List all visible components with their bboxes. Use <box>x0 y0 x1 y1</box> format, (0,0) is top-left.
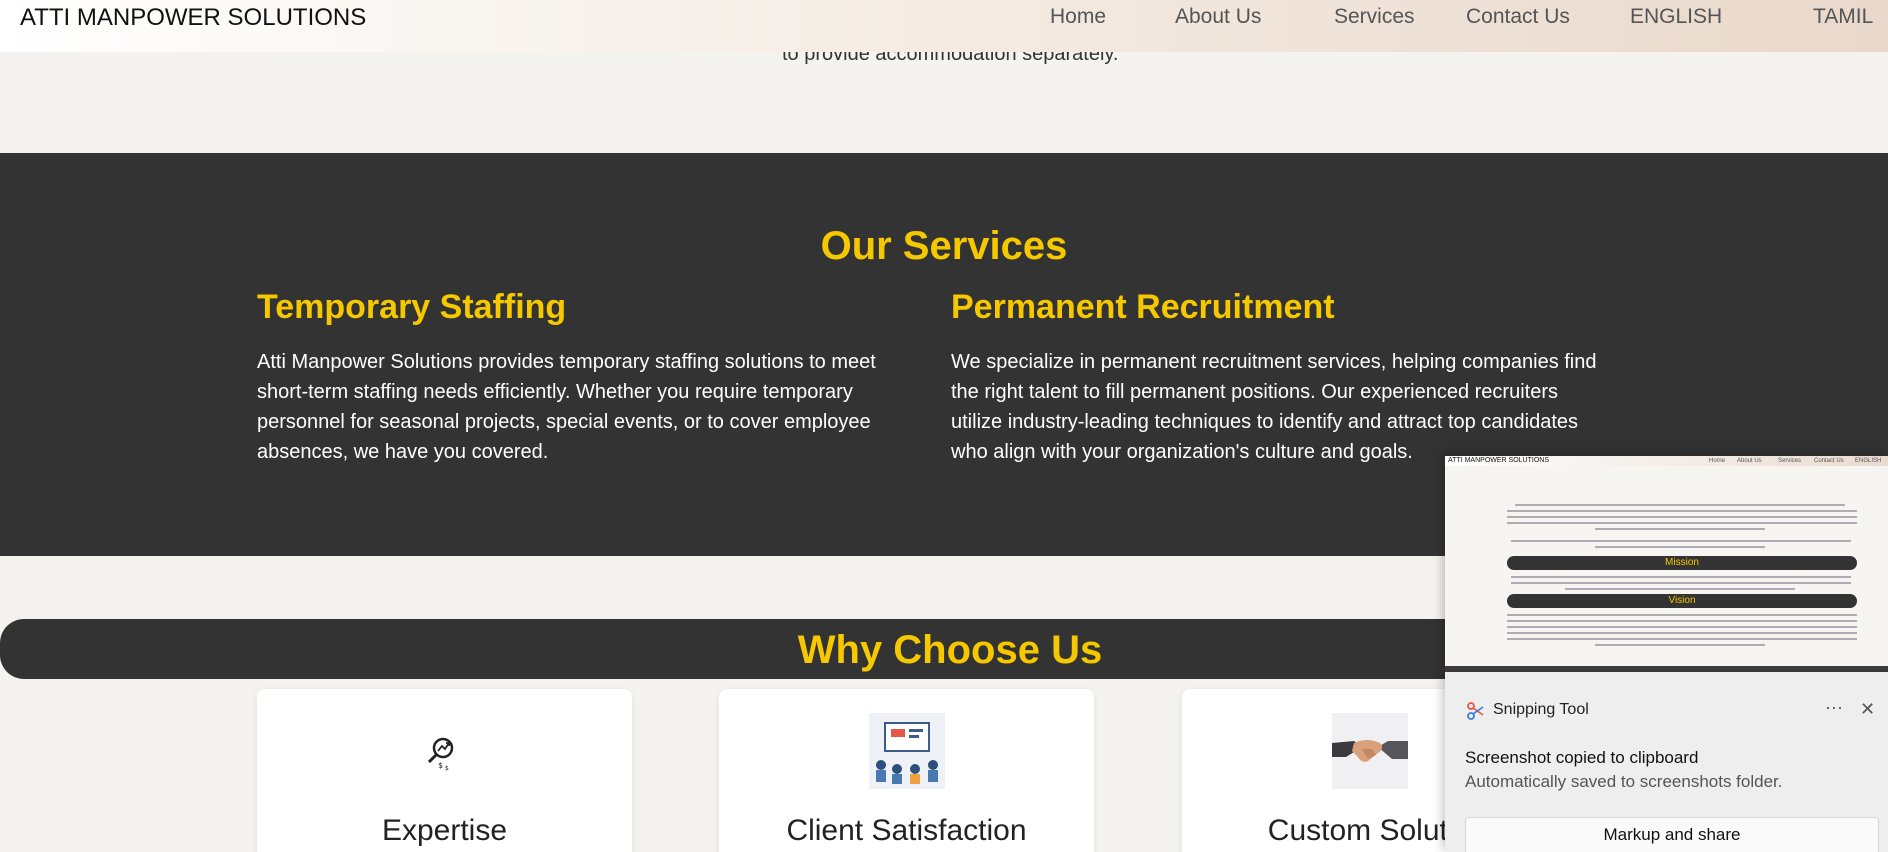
preview-text-line <box>1511 576 1851 578</box>
notification-header: Snipping Tool ··· ✕ <box>1465 697 1875 723</box>
snipping-tool-app-icon <box>1467 702 1484 720</box>
nav-english-link[interactable]: ENGLISH <box>1630 5 1722 29</box>
top-navbar: ATTI MANPOWER SOLUTIONS Home About Us Se… <box>0 0 1888 52</box>
services-title: Our Services <box>820 224 1068 268</box>
screenshot-preview-thumbnail[interactable]: ATTI MANPOWER SOLUTIONS Home About Us Se… <box>1445 456 1888 672</box>
preview-text-line <box>1595 546 1765 548</box>
nav-tamil-link[interactable]: TAMIL <box>1813 5 1873 29</box>
brand-logo-text[interactable]: ATTI MANPOWER SOLUTIONS <box>20 4 366 32</box>
preview-navbar: ATTI MANPOWER SOLUTIONS Home About Us Se… <box>1445 456 1888 466</box>
preview-text-line <box>1507 510 1857 512</box>
card-label: Client Satisfaction <box>786 814 1027 847</box>
snipping-tool-notification[interactable]: ATTI MANPOWER SOLUTIONS Home About Us Se… <box>1445 456 1888 852</box>
nav-contact-link[interactable]: Contact Us <box>1466 5 1570 29</box>
preview-text-line <box>1511 582 1851 584</box>
preview-vision-bar: Vision <box>1507 594 1857 608</box>
nav-services-link[interactable]: Services <box>1334 5 1415 29</box>
feature-card-client-satisfaction: Client Satisfaction <box>719 689 1094 852</box>
more-options-icon[interactable]: ··· <box>1825 697 1843 718</box>
preview-text-line <box>1507 614 1857 616</box>
preview-text-line <box>1511 540 1851 542</box>
nav-home-link[interactable]: Home <box>1050 5 1106 29</box>
preview-link: About Us <box>1737 458 1762 464</box>
preview-mission-bar: Mission <box>1507 556 1857 570</box>
close-icon[interactable]: ✕ <box>1860 699 1875 720</box>
service-description: We specialize in permanent recruitment s… <box>951 351 1597 463</box>
preview-dark-strip <box>1445 666 1888 672</box>
nav-about-link[interactable]: About Us <box>1175 5 1261 29</box>
preview-text-line <box>1595 644 1765 646</box>
preview-text-line <box>1507 516 1857 518</box>
preview-text-line <box>1507 632 1857 634</box>
markup-and-share-button[interactable]: Markup and share <box>1465 817 1879 852</box>
preview-brand: ATTI MANPOWER SOLUTIONS <box>1448 457 1549 464</box>
feature-card-expertise: $ $ Expertise <box>257 689 632 852</box>
preview-text-line <box>1515 504 1845 506</box>
preview-text-line <box>1507 626 1857 628</box>
service-permanent-recruitment: Permanent Recruitment We specialize in p… <box>951 287 1611 467</box>
svg-text:$: $ <box>445 765 449 771</box>
svg-text:$: $ <box>438 761 443 770</box>
preview-link: Services <box>1778 458 1802 464</box>
service-description: Atti Manpower Solutions provides tempora… <box>257 351 876 463</box>
magnifier-growth-icon: $ $ <box>407 713 483 789</box>
handshake-icon <box>1332 713 1408 789</box>
notification-app-name: Snipping Tool <box>1493 701 1589 718</box>
service-heading: Permanent Recruitment <box>951 288 1335 326</box>
card-label: Expertise <box>381 814 508 847</box>
presentation-meeting-icon <box>869 713 945 789</box>
preview-link: Contact Us <box>1814 458 1844 464</box>
notification-message: Screenshot copied to clipboard <box>1465 748 1699 767</box>
preview-link: Home <box>1709 458 1726 464</box>
service-temporary-staffing: Temporary Staffing Atti Manpower Solutio… <box>257 287 917 467</box>
preview-text-line <box>1507 522 1857 524</box>
preview-text-line <box>1507 638 1857 640</box>
preview-link: ENGLISH <box>1855 458 1882 464</box>
preview-text-line <box>1507 620 1857 622</box>
preview-text-line <box>1565 588 1795 590</box>
service-heading: Temporary Staffing <box>257 288 567 326</box>
preview-text-line <box>1595 528 1765 530</box>
notification-submessage: Automatically saved to screenshots folde… <box>1465 772 1783 791</box>
